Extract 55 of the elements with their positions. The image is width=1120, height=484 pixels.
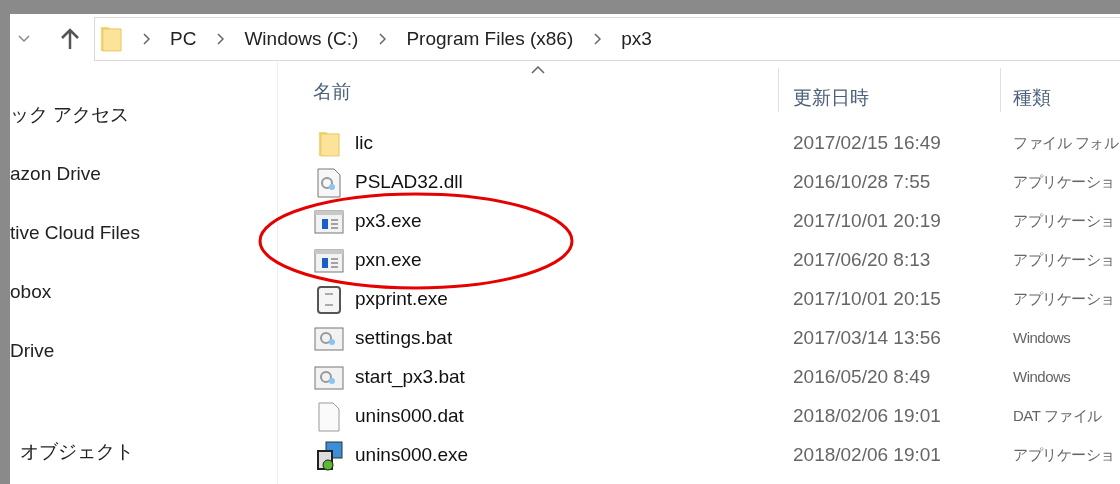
address-bar[interactable]: PC Windows (C:) Program Files (x86) px3 xyxy=(94,17,1120,61)
file-name[interactable]: lic xyxy=(355,129,373,158)
modified-date: 2016/10/28 7:55 xyxy=(792,170,932,195)
navigation-item[interactable]: オブジェクト xyxy=(10,423,277,482)
file-name[interactable]: PSLAD32.dll xyxy=(355,168,463,197)
navigation-item[interactable]: tive Cloud Files xyxy=(10,204,277,263)
modified-date: 2018/02/06 19:01 xyxy=(792,404,942,429)
navigation-item[interactable]: obox xyxy=(10,263,277,322)
breadcrumb[interactable]: Program Files (x86) xyxy=(406,24,574,54)
modified-date: 2018/02/06 19:01 xyxy=(792,443,942,468)
folder-icon xyxy=(318,130,340,157)
installer-icon xyxy=(314,440,344,471)
file-name[interactable]: unins000.dat xyxy=(355,402,464,431)
sort-caret-icon xyxy=(531,66,545,74)
file-type: アプリケーショ xyxy=(1013,172,1115,193)
file-name[interactable]: pxn.exe xyxy=(355,246,422,275)
chevron-right-icon xyxy=(593,33,602,45)
modified-date: 2017/10/01 20:19 xyxy=(792,209,942,234)
file-type: アプリケーショ xyxy=(1013,211,1115,232)
breadcrumb[interactable]: PC xyxy=(170,24,197,54)
navigation-item[interactable]: ック アクセス xyxy=(10,86,277,145)
modified-date: 2017/06/20 8:13 xyxy=(792,248,932,273)
column-header[interactable]: 種類 xyxy=(1013,84,1051,113)
modified-date: 2017/10/01 20:15 xyxy=(792,287,942,312)
chevron-right-icon xyxy=(216,33,225,45)
navigation-item[interactable]: Drive xyxy=(10,322,277,381)
file-type: DAT ファイル xyxy=(1013,406,1102,427)
blank-file-icon xyxy=(317,401,341,432)
file-type: アプリケーショ xyxy=(1013,289,1115,310)
modified-date: 2017/03/14 13:56 xyxy=(792,326,942,351)
file-type: アプリケーショ xyxy=(1013,250,1115,271)
chevron-right-icon xyxy=(142,33,150,45)
column-header[interactable]: 更新日時 xyxy=(793,84,869,113)
chevron-down-icon[interactable] xyxy=(18,35,30,43)
navigation-item[interactable]: azon Drive xyxy=(10,145,277,204)
document-icon xyxy=(316,284,342,315)
arrow-up-icon[interactable] xyxy=(60,28,80,50)
column-header[interactable]: 名前 xyxy=(313,78,351,107)
file-name[interactable]: px3.exe xyxy=(355,207,422,236)
file-type: Windows xyxy=(1013,328,1071,349)
breadcrumb[interactable]: Windows (C:) xyxy=(244,24,359,54)
file-name[interactable]: settings.bat xyxy=(355,324,453,353)
file-name[interactable]: unins000.exe xyxy=(355,441,469,470)
modified-date: 2017/02/15 16:49 xyxy=(792,131,942,156)
chevron-right-icon xyxy=(378,33,387,45)
folder-icon xyxy=(100,25,122,53)
window-icon xyxy=(314,209,344,234)
window-icon xyxy=(314,248,344,273)
file-name[interactable]: start_px3.bat xyxy=(355,363,465,392)
file-type: ファイル フォル xyxy=(1013,133,1119,154)
modified-date: 2016/05/20 8:49 xyxy=(792,365,932,390)
breadcrumb[interactable]: px3 xyxy=(621,24,652,54)
file-type: Windows xyxy=(1013,367,1071,388)
file-name[interactable]: pxprint.exe xyxy=(355,285,448,314)
file-type: アプリケーショ xyxy=(1013,445,1115,466)
